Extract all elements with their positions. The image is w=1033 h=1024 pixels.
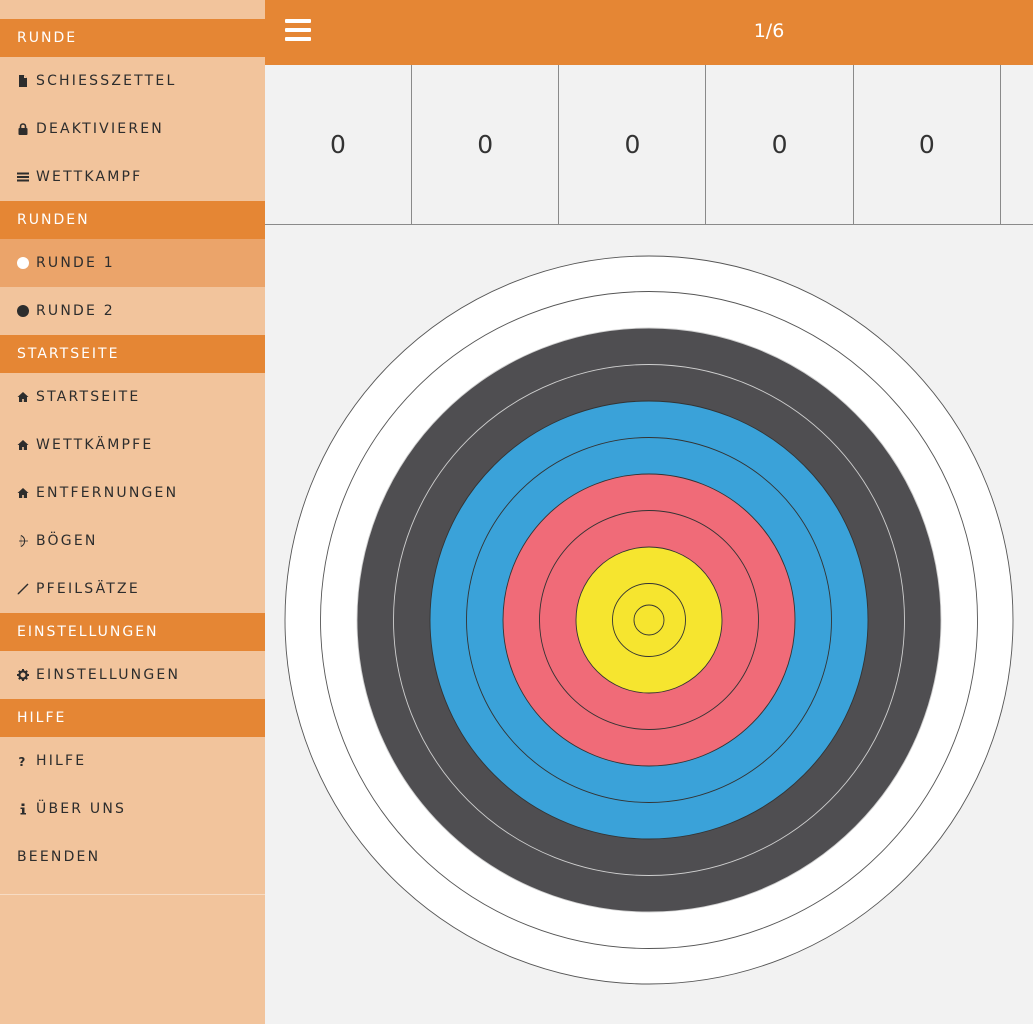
- sidebar-item-label: RUNDE 1: [36, 255, 115, 271]
- target-inner-ten[interactable]: [633, 604, 665, 636]
- sidebar-section-header: EINSTELLUNGEN: [0, 613, 265, 651]
- sidebar-section-header: RUNDE: [0, 19, 265, 57]
- sidebar-item-label: STARTSEITE: [36, 389, 141, 405]
- sidebar-divider: [0, 894, 265, 895]
- sidebar-item-runde-2[interactable]: RUNDE 2: [0, 287, 265, 335]
- score-row: 00000: [265, 65, 1033, 225]
- sidebar-item-label: PFEILSÄTZE: [36, 581, 140, 597]
- sidebar-item-wettkaempfe[interactable]: WETTKÄMPFE: [0, 421, 265, 469]
- svg-text:?: ?: [18, 755, 27, 767]
- sidebar-item-label: EINSTELLUNGEN: [36, 667, 181, 683]
- sidebar-item-boegen[interactable]: BÖGEN: [0, 517, 265, 565]
- score-cell[interactable]: 0: [854, 65, 1001, 224]
- home-icon: [17, 391, 29, 403]
- circle-black-icon: [17, 305, 29, 317]
- sidebar-item-startseite[interactable]: STARTSEITE: [0, 373, 265, 421]
- sidebar-menu: RUNDE SCHIESSZETTEL DEAKTIVIEREN WETTKAMPF R…: [0, 19, 265, 881]
- score-cell[interactable]: 0: [707, 65, 854, 224]
- bow-icon: [17, 535, 29, 547]
- sidebar-item-label: DEAKTIVIEREN: [36, 121, 164, 137]
- sidebar-top-spacer: [0, 0, 265, 19]
- sidebar-item-label: ÜBER UNS: [36, 801, 127, 817]
- sidebar-item-label: SCHIESSZETTEL: [36, 73, 177, 89]
- sidebar-section-header: RUNDEN: [0, 201, 265, 239]
- sidebar-item-pfeilsaetze[interactable]: PFEILSÄTZE: [0, 565, 265, 613]
- gear-icon: [17, 669, 29, 681]
- home-icon: [17, 487, 29, 499]
- sidebar-item-einstellungen[interactable]: EINSTELLUNGEN: [0, 651, 265, 699]
- circle-white-icon: [17, 257, 29, 269]
- lock-icon: [17, 123, 29, 135]
- sidebar-item-wettkampf[interactable]: WETTKAMPF: [0, 153, 265, 201]
- sidebar-item-runde-1[interactable]: RUNDE 1: [0, 239, 265, 287]
- sidebar-item-deaktivieren[interactable]: DEAKTIVIEREN: [0, 105, 265, 153]
- sidebar-item-label: WETTKAMPF: [36, 169, 143, 185]
- sidebar-item-hilfe[interactable]: ? HILFE: [0, 737, 265, 785]
- sidebar-item-label: WETTKÄMPFE: [36, 437, 154, 453]
- score-cell[interactable]: 0: [412, 65, 560, 224]
- round-counter: 1/6: [753, 20, 785, 42]
- list-icon: [17, 171, 29, 183]
- score-cell[interactable]: 0: [265, 65, 412, 224]
- sidebar-item-label: BÖGEN: [36, 533, 98, 549]
- sidebar-item-schiesszettel[interactable]: SCHIESSZETTEL: [0, 57, 265, 105]
- document-icon: [17, 75, 29, 87]
- sidebar-item-label: RUNDE 2: [36, 303, 115, 319]
- sidebar-item-beenden[interactable]: BEENDEN: [0, 833, 265, 881]
- top-bar: 1/6: [265, 0, 1033, 65]
- sidebar-item-entfernungen[interactable]: ENTFERNUNGEN: [0, 469, 265, 517]
- question-icon: ?: [17, 755, 29, 767]
- sidebar-item-label: BEENDEN: [17, 849, 101, 865]
- arrow-icon: [17, 583, 29, 595]
- sidebar: RUNDE SCHIESSZETTEL DEAKTIVIEREN WETTKAMPF R…: [0, 0, 265, 1024]
- archery-target[interactable]: [283, 254, 1015, 986]
- sidebar-item-label: ENTFERNUNGEN: [36, 485, 179, 501]
- sidebar-section-header: HILFE: [0, 699, 265, 737]
- info-icon: [17, 803, 29, 815]
- sidebar-item-ueber-uns[interactable]: ÜBER UNS: [0, 785, 265, 833]
- sidebar-item-label: HILFE: [36, 753, 87, 769]
- score-cell[interactable]: 0: [559, 65, 707, 224]
- home-icon: [17, 439, 29, 451]
- sidebar-section-header: STARTSEITE: [0, 335, 265, 373]
